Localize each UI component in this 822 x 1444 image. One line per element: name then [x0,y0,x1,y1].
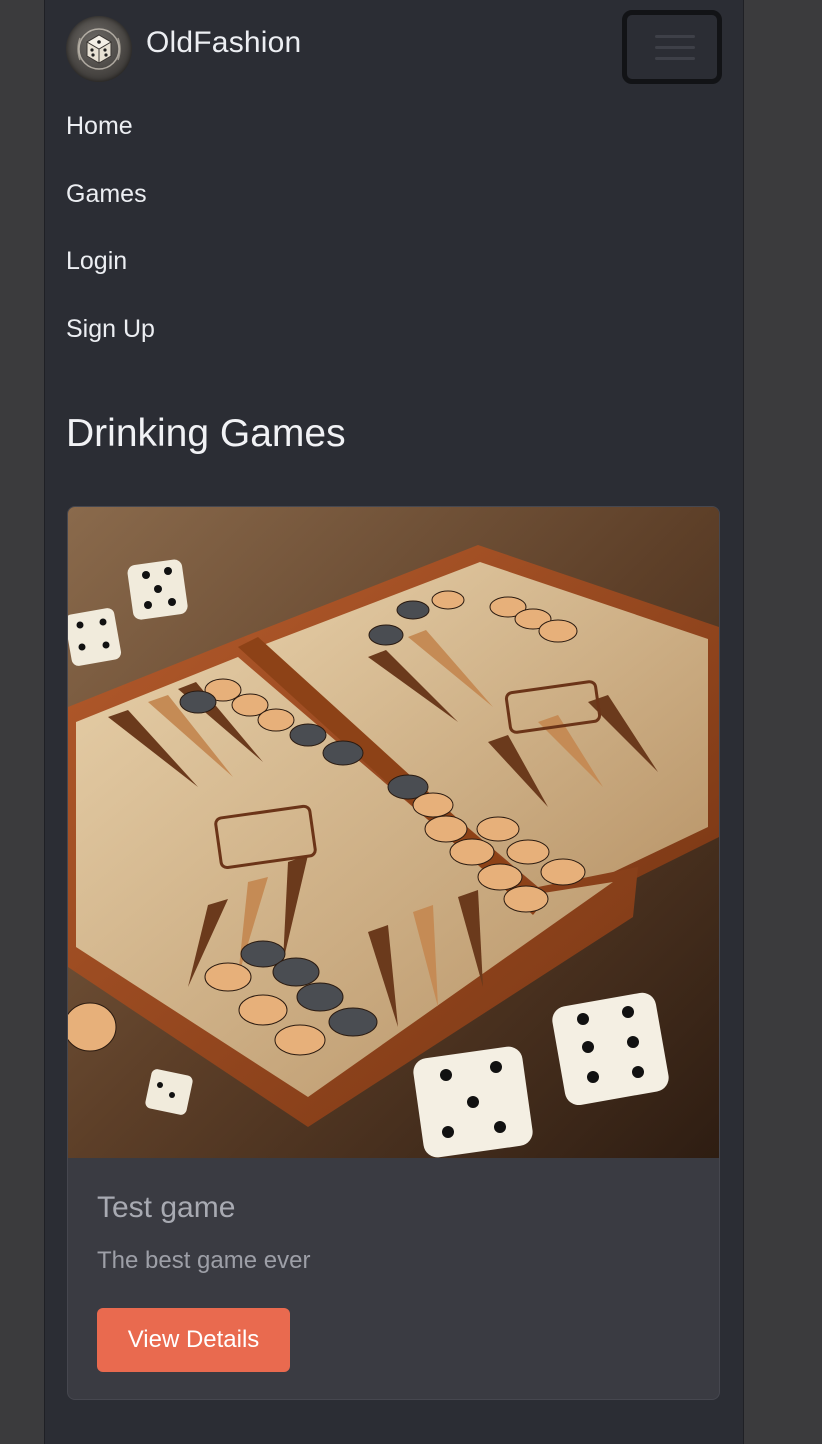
section-title: Drinking Games [66,412,346,455]
nav-menu: Home Games Login Sign Up [66,102,155,372]
view-details-button[interactable]: View Details [97,1308,290,1372]
dice-logo-icon [66,16,132,82]
nav-link-home[interactable]: Home [66,102,133,150]
nav-item-games: Games [66,170,155,238]
nav-item-login: Login [66,237,155,305]
nav-item-home: Home [66,102,155,170]
navbar: OldFashion [45,0,743,92]
backgammon-board-image [68,507,719,1158]
nav-link-signup[interactable]: Sign Up [66,305,155,353]
card-title: Test game [97,1191,236,1224]
page-container: OldFashion Home Games Login Sign Up Drin… [45,0,743,1444]
navbar-toggler-button[interactable] [622,10,722,84]
brand-name: OldFashion [146,26,302,59]
card-description: The best game ever [97,1247,311,1274]
nav-item-signup: Sign Up [66,305,155,373]
game-card: Test game The best game ever View Detail… [67,506,720,1400]
brand-link[interactable]: OldFashion [66,16,301,82]
nav-link-login[interactable]: Login [66,237,127,285]
nav-link-games[interactable]: Games [66,170,147,218]
